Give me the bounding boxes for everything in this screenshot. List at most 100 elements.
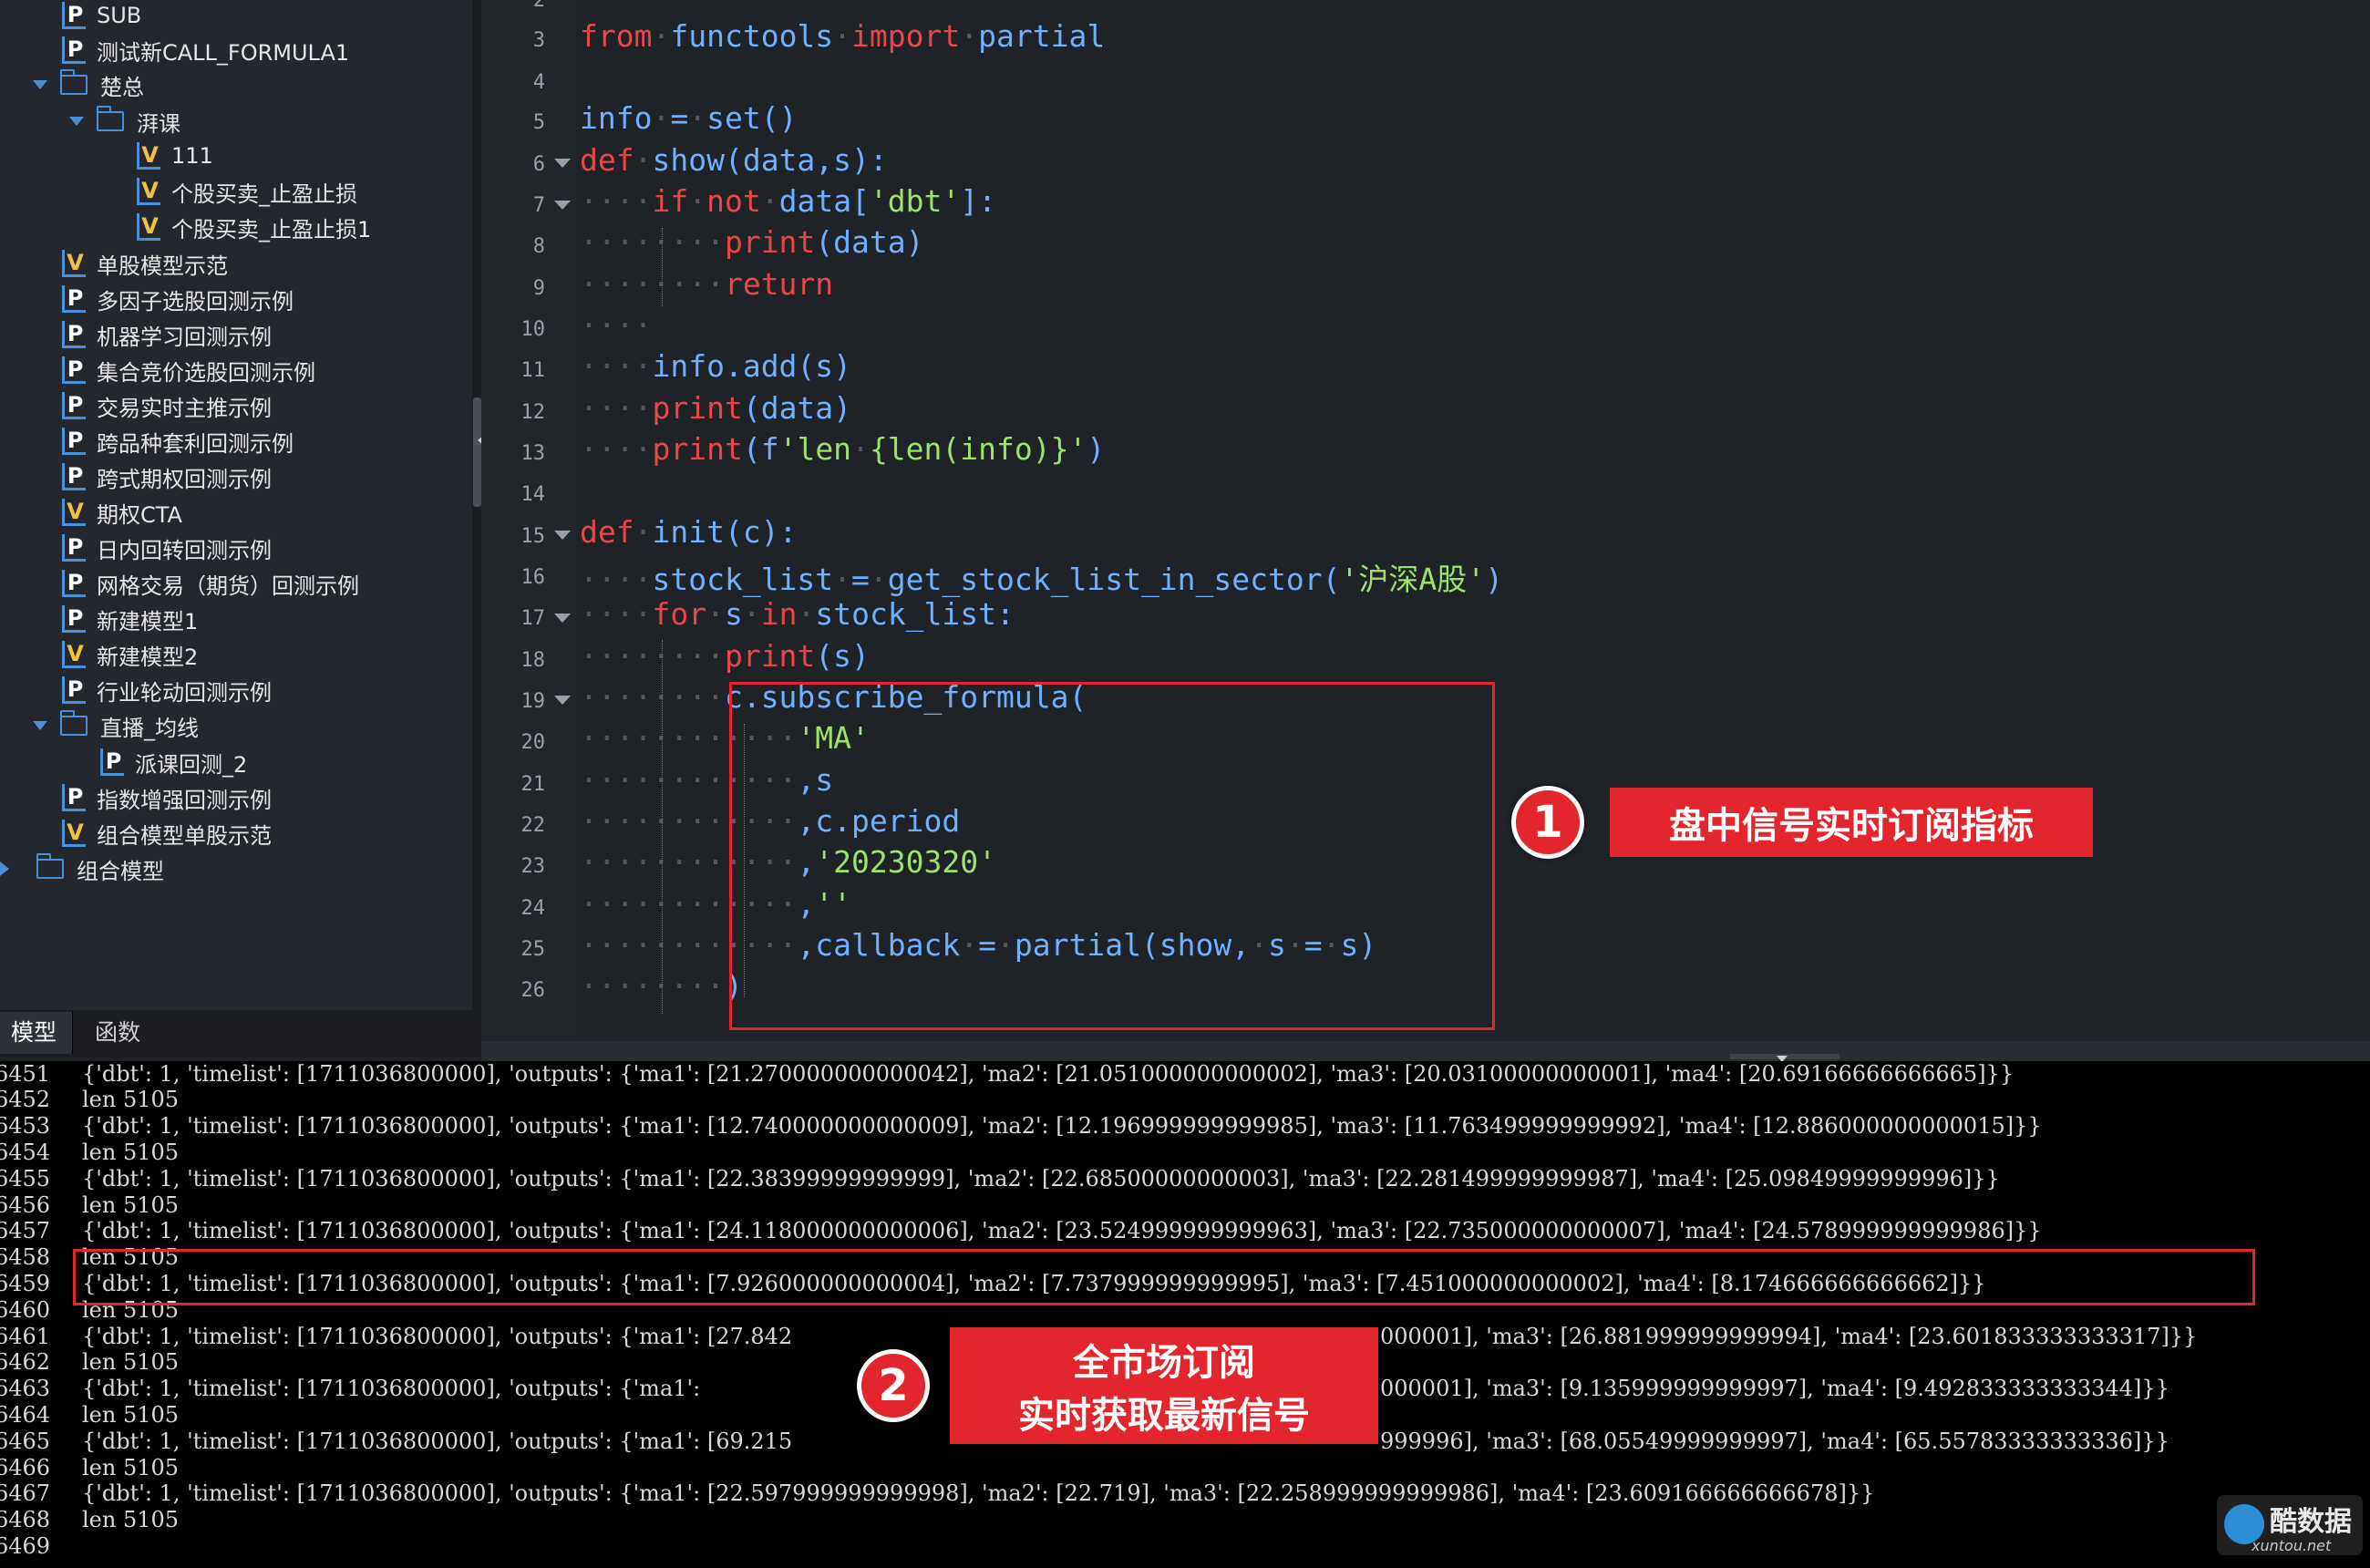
tree-item-label: 测试新CALL_FORMULA1 xyxy=(97,39,350,66)
python-file-icon: P xyxy=(62,676,86,704)
v-file-icon: V xyxy=(62,641,86,668)
tree-item-call-formula[interactable]: P 测试新CALL_FORMULA1 xyxy=(62,33,349,67)
tree-item-single-stock[interactable]: V 单股模型示范 xyxy=(62,246,228,281)
folder-icon xyxy=(36,853,64,879)
expand-arrow-icon[interactable] xyxy=(69,117,84,126)
tree-item-stop-loss-1[interactable]: V 个股买卖_止盈止损1 xyxy=(137,210,371,244)
console-line-number: 6454 xyxy=(0,1140,51,1165)
line-number: 3 xyxy=(532,29,545,52)
console-output-line: len 5105 xyxy=(82,1455,180,1480)
tab-function[interactable]: 函数 xyxy=(84,1012,157,1054)
collapsed-arrow-icon[interactable] xyxy=(0,861,9,876)
console-output-line-tail: 000001], 'ma3': [26.881999999999994], 'm… xyxy=(1380,1324,2198,1349)
line-number: 14 xyxy=(520,483,546,506)
tree-item-label: 111 xyxy=(171,143,213,169)
console-output-line: len 5105 xyxy=(82,1192,180,1218)
python-file-icon: P xyxy=(62,428,86,455)
console-output-line: {'dbt': 1, 'timelist': [1711036800000], … xyxy=(82,1218,2042,1243)
line-number: 16 xyxy=(520,566,546,589)
fold-toggle-icon[interactable] xyxy=(554,159,571,168)
fold-toggle-icon[interactable] xyxy=(554,201,571,210)
tree-item-stop-loss[interactable]: V 个股买卖_止盈止损 xyxy=(137,174,357,209)
tree-item-intraday[interactable]: P 日内回转回测示例 xyxy=(62,531,272,565)
console-output-line: {'dbt': 1, 'timelist': [1711036800000], … xyxy=(82,1324,793,1349)
code-line-26: ········) xyxy=(580,968,743,1004)
code-line-16: ····stock_list·=·get_stock_list_in_secto… xyxy=(580,562,1503,597)
console-output-line: {'dbt': 1, 'timelist': [1711036800000], … xyxy=(82,1480,1875,1506)
tree-item-label: SUB xyxy=(97,3,142,28)
console-line-number: 6457 xyxy=(0,1218,51,1243)
line-number: 26 xyxy=(520,979,546,1002)
fold-toggle-icon[interactable] xyxy=(554,614,571,623)
fold-toggle-icon[interactable] xyxy=(554,531,571,540)
fold-toggle-icon[interactable] xyxy=(554,696,571,705)
tree-folder-portfolio[interactable]: 组合模型 xyxy=(0,851,164,886)
line-number: 11 xyxy=(520,359,546,382)
code-line-15: def·init(c): xyxy=(580,514,798,550)
expand-arrow-icon[interactable] xyxy=(33,80,47,89)
tree-item-111[interactable]: V 111 xyxy=(137,139,213,173)
code-line-8: ········print(data) xyxy=(580,224,924,260)
code-line-10: ···· xyxy=(580,307,653,343)
tree-item-straddle[interactable]: P 跨式期权回测示例 xyxy=(62,459,272,494)
tree-folder-chuzong[interactable]: 楚总 xyxy=(33,67,144,102)
line-number: 23 xyxy=(520,855,546,878)
tree-item-option-cta[interactable]: V 期权CTA xyxy=(62,495,182,530)
line-number: 18 xyxy=(520,649,546,672)
tree-item-sub[interactable]: P SUB xyxy=(62,0,141,33)
annotation-banner-2: 全市场订阅 实时获取最新信号 xyxy=(950,1327,1378,1444)
tree-item-label: 直播_均线 xyxy=(100,715,199,741)
tree-item-label: 期权CTA xyxy=(97,501,182,528)
tree-item-grid-trading[interactable]: P 网格交易（期货）回测示例 xyxy=(62,566,359,601)
tree-item-label: 湃课 xyxy=(137,110,180,137)
tree-folder-paike[interactable]: 湃课 xyxy=(69,104,180,139)
tree-item-sector-rotation[interactable]: P 行业轮动回测示例 xyxy=(62,673,272,707)
python-file-icon: P xyxy=(62,2,86,29)
tree-item-label: 组合模型 xyxy=(77,858,164,884)
tab-model[interactable]: 模型 xyxy=(0,1012,73,1054)
tree-folder-live-ma[interactable]: 直播_均线 xyxy=(33,708,199,743)
editor-horizontal-scrollbar[interactable] xyxy=(481,1041,2370,1061)
console-output-line: len 5105 xyxy=(82,1349,180,1375)
v-file-icon: V xyxy=(137,213,160,241)
tree-item-label: 跨品种套利回测示例 xyxy=(97,430,294,457)
console-line-number: 6458 xyxy=(0,1244,51,1270)
code-line-18: ········print(s) xyxy=(580,638,870,674)
console-output-line: {'dbt': 1, 'timelist': [1711036800000], … xyxy=(82,1166,2000,1191)
line-number: 19 xyxy=(520,690,546,713)
tree-item-auction[interactable]: P 集合竞价选股回测示例 xyxy=(62,353,315,387)
tree-item-arbitrage[interactable]: P 跨品种套利回测示例 xyxy=(62,424,294,459)
highlight-box-console-line xyxy=(73,1249,2255,1305)
tree-item-realtime-push[interactable]: P 交易实时主推示例 xyxy=(62,388,272,423)
tree-item-index-enhance[interactable]: P 指数增强回测示例 xyxy=(62,780,272,815)
expand-arrow-icon[interactable] xyxy=(33,721,47,730)
v-file-icon: V xyxy=(62,250,86,277)
v-file-icon: V xyxy=(137,178,160,205)
tree-scrollbar[interactable] xyxy=(472,0,481,1019)
v-file-icon: V xyxy=(62,499,86,526)
console-line-number: 6469 xyxy=(0,1533,51,1559)
line-number: 24 xyxy=(520,897,546,920)
line-number: 13 xyxy=(520,442,546,465)
tree-item-new-model-2[interactable]: V 新建模型2 xyxy=(62,637,198,672)
code-line-9: ········return xyxy=(580,266,834,302)
watermark-text: 酷数据 xyxy=(2270,1506,2352,1538)
annotation-number-2: 2 xyxy=(857,1349,930,1422)
tree-scrollbar-thumb[interactable] xyxy=(473,397,481,507)
console-output-line: len 5105 xyxy=(82,1140,180,1165)
tree-item-multi-factor[interactable]: P 多因子选股回测示例 xyxy=(62,282,294,316)
tree-item-label: 行业轮动回测示例 xyxy=(97,679,272,706)
tree-item-label: 楚总 xyxy=(100,74,144,100)
tree-item-new-model-1[interactable]: P 新建模型1 xyxy=(62,602,198,636)
tree-item-label: 多因子选股回测示例 xyxy=(97,288,294,315)
python-file-icon: P xyxy=(62,463,86,490)
tree-item-portfolio-single[interactable]: V 组合模型单股示范 xyxy=(62,816,272,851)
tree-item-label: 跨式期权回测示例 xyxy=(97,466,272,492)
tree-item-paike-backtest-2[interactable]: P 派课回测_2 xyxy=(100,745,247,779)
tree-item-ml[interactable]: P 机器学习回测示例 xyxy=(62,317,272,352)
console-output-line: {'dbt': 1, 'timelist': [1711036800000], … xyxy=(82,1113,2042,1139)
console-output-line-tail: 999996], 'ma3': [68.05549999999997], 'ma… xyxy=(1380,1429,2169,1454)
python-file-icon: P xyxy=(62,392,86,419)
annotation-banner-2-line1: 全市场订阅 xyxy=(1073,1342,1255,1384)
console-line-number: 6466 xyxy=(0,1455,51,1480)
